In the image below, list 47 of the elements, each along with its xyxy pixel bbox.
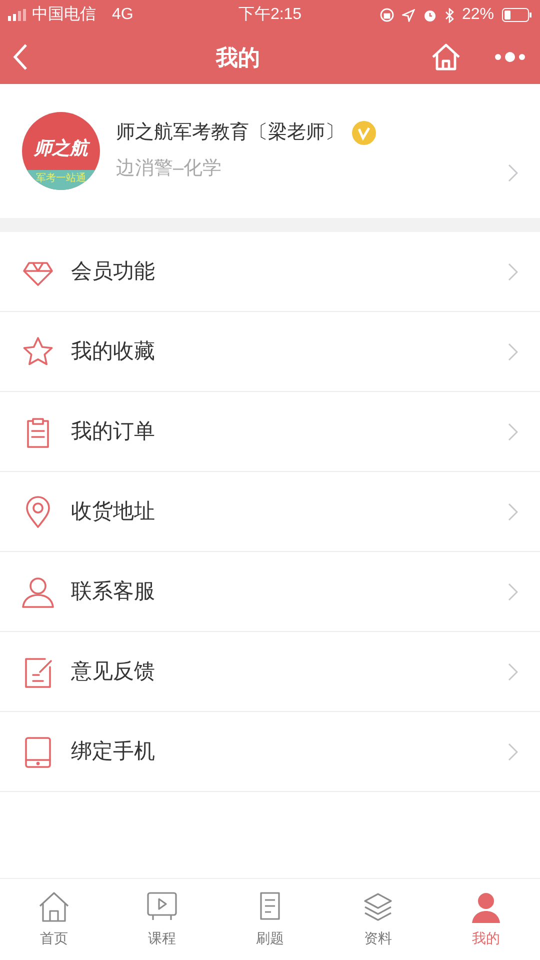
battery-text: 22%: [462, 5, 494, 25]
bluetooth-icon: [444, 8, 454, 22]
chevron-right-icon: [508, 164, 518, 182]
home-icon: [431, 43, 461, 71]
tab-item[interactable]: 刷题: [216, 890, 324, 949]
menu-label: 会员功能: [71, 258, 156, 285]
person-icon: [21, 574, 55, 608]
signal-icon: [8, 9, 28, 21]
menu-item[interactable]: 意见反馈: [0, 632, 540, 712]
rotation-lock-icon: [380, 8, 394, 22]
menu-item[interactable]: 绑定手机: [0, 712, 540, 792]
clock-text: 下午2:15: [237, 5, 303, 25]
profile-subtitle: 边消警–化学: [116, 157, 223, 181]
menu-item[interactable]: 收货地址: [0, 472, 540, 552]
logo-text: 师之航: [34, 135, 88, 162]
menu-item[interactable]: 联系客服: [0, 552, 540, 632]
network-text: 4G: [112, 5, 134, 25]
home-icon: [37, 890, 71, 924]
tab-item[interactable]: 课程: [108, 890, 216, 949]
person-icon: [469, 890, 503, 924]
menu-label: 我的订单: [71, 418, 156, 445]
menu-label: 联系客服: [71, 578, 156, 605]
menu-label: 收货地址: [71, 498, 156, 525]
menu-label: 意见反馈: [71, 658, 156, 685]
alarm-icon: [422, 8, 437, 22]
menu-item[interactable]: 会员功能: [0, 232, 540, 312]
chevron-right-icon: [508, 262, 518, 280]
menu-label: 我的收藏: [71, 338, 156, 365]
back-icon: [12, 43, 28, 71]
chevron-right-icon: [508, 662, 518, 680]
menu-item[interactable]: 我的订单: [0, 392, 540, 472]
menu-item[interactable]: 我的收藏: [0, 312, 540, 392]
page-title: 我的: [214, 44, 261, 72]
location-arrow-icon: [402, 8, 415, 22]
profile-name: 师之航军考教育〔梁老师〕: [116, 120, 344, 144]
chevron-right-icon: [508, 742, 518, 760]
chevron-right-icon: [508, 342, 518, 360]
more-icon: [494, 51, 526, 63]
layers-icon: [361, 890, 395, 924]
menu-label: 绑定手机: [71, 738, 156, 765]
chevron-right-icon: [508, 422, 518, 440]
tab-item[interactable]: 资料: [324, 890, 432, 949]
carrier-text: 中国电信: [32, 4, 96, 25]
chevron-right-icon: [508, 582, 518, 600]
battery-icon: [502, 8, 532, 22]
tab-item[interactable]: 首页: [0, 890, 108, 949]
chevron-right-icon: [508, 502, 518, 520]
